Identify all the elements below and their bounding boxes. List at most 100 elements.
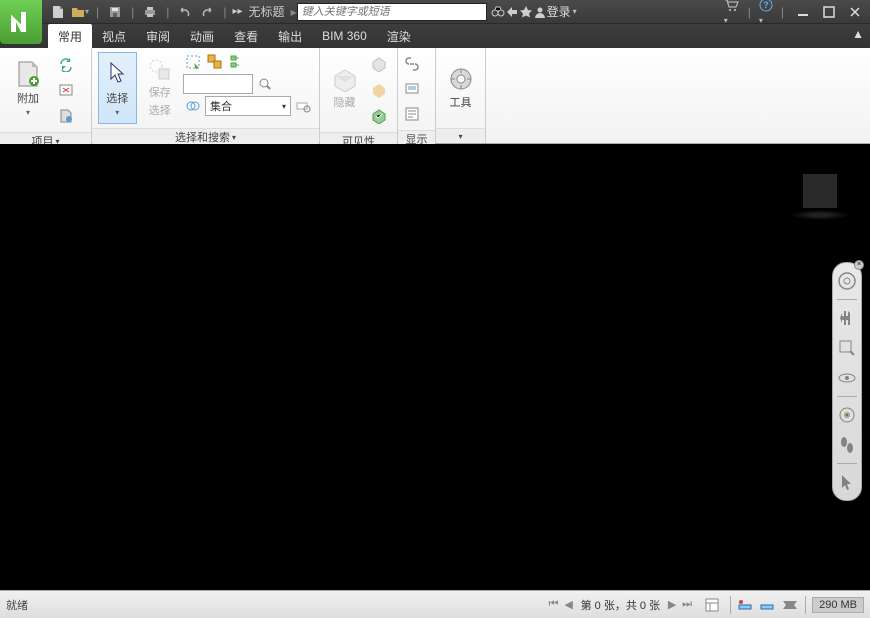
orbit-icon[interactable] [835, 366, 859, 390]
select-same-icon[interactable] [205, 52, 225, 72]
reset-icon[interactable] [54, 78, 78, 102]
disk-indicator-icon [737, 599, 755, 611]
tab-output[interactable]: 输出 [268, 24, 312, 48]
panel-visibility: 隐藏 可见性 [320, 48, 398, 143]
separator: | [748, 5, 751, 19]
new-icon[interactable] [48, 2, 68, 22]
app-menu-icon[interactable] [0, 0, 42, 44]
walk-icon[interactable] [835, 433, 859, 457]
first-sheet-button[interactable]: ⏮ [547, 597, 561, 613]
user-icon[interactable] [533, 5, 547, 19]
tab-review[interactable]: 审阅 [136, 24, 180, 48]
hide-unselected-icon[interactable] [367, 78, 391, 102]
search-box[interactable] [297, 3, 487, 21]
select-cursor-icon[interactable] [835, 470, 859, 494]
favorite-icon[interactable] [519, 5, 533, 19]
find-icon[interactable] [255, 74, 275, 94]
separator: | [781, 5, 784, 19]
tab-render[interactable]: 渲染 [377, 24, 421, 48]
help-icon[interactable]: ?▾ [759, 0, 773, 26]
quick-find-icon[interactable] [293, 96, 313, 116]
tab-common[interactable]: 常用 [48, 24, 92, 48]
tab-bim360[interactable]: BIM 360 [312, 24, 377, 48]
select-label: 选择 [106, 90, 128, 106]
panel-display: 显示 [398, 48, 436, 143]
communication-icon[interactable] [505, 5, 519, 19]
nav-separator [837, 396, 857, 397]
panel-project: 附加 ▾ 项目 ▾ [0, 48, 92, 143]
maximize-button[interactable] [818, 3, 840, 21]
selection-filter-combo[interactable] [183, 74, 253, 94]
sheet-count: 第 0 张，共 0 张 [581, 597, 660, 613]
cube-compass[interactable] [790, 210, 850, 220]
status-bar: 就绪 ⏮ ◀ 第 0 张，共 0 张 ▶ ⏭ 290 MB [0, 590, 870, 618]
title-bar: ▾ | | | | ▸▸ 无标题 ▸ 登录 ▾ ▾ | ?▾ | [0, 0, 870, 24]
zoom-icon[interactable] [835, 336, 859, 360]
save-selection-button[interactable]: 保存 选择 [141, 52, 180, 124]
ribbon: 附加 ▾ 项目 ▾ 选择 ▾ 保存 选择 [0, 48, 870, 144]
file-options-icon[interactable] [54, 104, 78, 128]
save-icon[interactable] [105, 2, 125, 22]
require-icon[interactable] [367, 52, 391, 76]
view-cube[interactable] [790, 174, 850, 224]
look-icon[interactable] [835, 403, 859, 427]
minimize-button[interactable] [792, 3, 814, 21]
properties-icon[interactable] [400, 102, 424, 126]
links-icon[interactable] [400, 52, 424, 76]
print-icon[interactable] [140, 2, 160, 22]
close-button[interactable] [844, 3, 866, 21]
tab-view[interactable]: 查看 [224, 24, 268, 48]
cube-face[interactable] [803, 174, 837, 208]
tab-viewpoint[interactable]: 视点 [92, 24, 136, 48]
search-input[interactable] [298, 6, 486, 18]
login-dropdown-icon[interactable]: ▾ [573, 7, 577, 16]
sets-combo[interactable]: 集合▾ [205, 96, 291, 116]
nav-separator [837, 299, 857, 300]
pan-icon[interactable] [835, 306, 859, 330]
login-label[interactable]: 登录 [547, 3, 571, 20]
gpu-indicator-icon [781, 599, 799, 611]
svg-text:?: ? [763, 0, 769, 10]
selection-tree-icon[interactable] [227, 52, 247, 72]
tab-animation[interactable]: 动画 [180, 24, 224, 48]
refresh-icon[interactable] [54, 52, 78, 76]
hide-button[interactable]: 隐藏 [326, 52, 363, 124]
tools-button[interactable]: 工具 [442, 52, 479, 124]
binoculars-icon[interactable] [491, 5, 505, 19]
performance-indicators [737, 599, 799, 611]
document-title: 无标题 [249, 3, 285, 20]
panel-foot-select-search[interactable]: 选择和搜索 ▾ [92, 128, 319, 145]
unhide-all-icon[interactable] [367, 104, 391, 128]
memory-usage: 290 MB [812, 597, 864, 613]
ribbon-collapse-icon[interactable]: ▲ [852, 27, 864, 41]
separator [805, 596, 806, 614]
last-sheet-button[interactable]: ⏭ [680, 597, 694, 613]
nav-separator [837, 463, 857, 464]
attach-label: 附加 [17, 90, 39, 106]
undo-icon[interactable] [175, 2, 195, 22]
steering-wheel-icon[interactable] [835, 269, 859, 293]
separator: | [96, 5, 99, 19]
next-sheet-button[interactable]: ▶ [665, 597, 679, 613]
prev-sheet-button[interactable]: ◀ [562, 597, 576, 613]
tools-label: 工具 [450, 94, 472, 110]
select-button[interactable]: 选择 ▾ [98, 52, 137, 124]
qat-expand-icon[interactable]: ▸▸ [233, 6, 243, 17]
separator: | [166, 5, 169, 19]
panel-select-search: 选择 ▾ 保存 选择 集合▾ [92, 48, 320, 143]
select-all-icon[interactable] [183, 52, 203, 72]
redo-icon[interactable] [197, 2, 217, 22]
sheet-navigation: ⏮ ◀ 第 0 张，共 0 张 ▶ ⏭ [547, 597, 694, 613]
sets-icon[interactable] [183, 96, 203, 116]
navigation-bar: × [832, 262, 862, 501]
open-icon[interactable]: ▾ [70, 2, 90, 22]
dropdown-icon: ▾ [115, 108, 119, 117]
attach-button[interactable]: 附加 ▾ [6, 52, 50, 124]
quick-properties-icon[interactable] [400, 77, 424, 101]
status-ready: 就绪 [6, 597, 28, 613]
viewport-3d[interactable]: × [0, 144, 870, 590]
panel-tools: 工具 ▾ [436, 48, 486, 143]
sheet-browser-icon[interactable] [700, 593, 724, 617]
cart-icon[interactable]: ▾ [724, 0, 740, 26]
panel-foot-tools[interactable]: ▾ [436, 128, 485, 143]
